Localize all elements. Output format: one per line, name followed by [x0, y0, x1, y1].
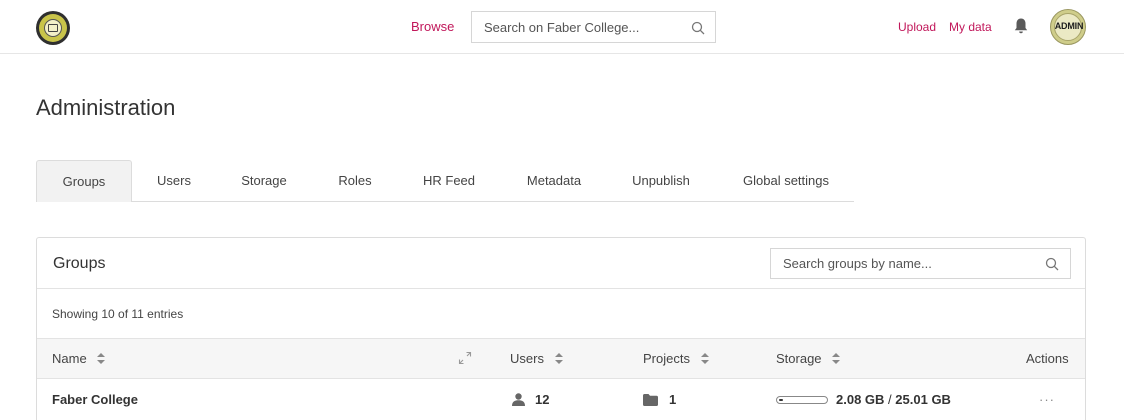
column-header-storage-label: Storage	[776, 351, 822, 366]
table-row[interactable]: Faber College 12 1 2.08 GB / 25.01 GB ··…	[37, 379, 1085, 419]
avatar-text: ADMIN	[1054, 21, 1084, 31]
storage-usage-bar	[776, 396, 828, 404]
table-header-row: Name Users Projects Storage Actions	[37, 338, 1085, 379]
storage-used: 2.08 GB	[836, 392, 885, 407]
global-search	[471, 11, 716, 43]
tab-hr-feed[interactable]: HR Feed	[414, 160, 484, 202]
notification-bell-icon[interactable]	[1013, 17, 1029, 35]
global-search-input[interactable]	[472, 12, 682, 42]
top-navbar: Browse Upload My data ADMIN	[0, 0, 1124, 54]
storage-separator: /	[888, 392, 892, 407]
user-avatar[interactable]: ADMIN	[1050, 9, 1086, 45]
column-header-projects-label: Projects	[643, 351, 690, 366]
search-icon[interactable]	[691, 21, 705, 35]
column-header-actions: Actions	[1026, 351, 1069, 366]
page-title: Administration	[36, 95, 176, 120]
sort-icon	[97, 353, 106, 365]
column-header-name[interactable]: Name	[52, 351, 106, 366]
tab-unpublish[interactable]: Unpublish	[626, 160, 696, 202]
upload-link[interactable]: Upload	[898, 20, 936, 34]
column-header-users[interactable]: Users	[510, 351, 563, 366]
search-icon[interactable]	[1045, 257, 1059, 271]
panel-title: Groups	[53, 255, 106, 272]
group-search	[770, 248, 1071, 279]
column-header-storage[interactable]: Storage	[776, 351, 841, 366]
column-header-users-label: Users	[510, 351, 544, 366]
tab-metadata[interactable]: Metadata	[517, 160, 591, 202]
admin-tabs: Groups Users Storage Roles HR Feed Metad…	[36, 160, 854, 202]
user-icon	[512, 393, 525, 406]
tab-roles[interactable]: Roles	[326, 160, 384, 202]
storage-usage-fill	[779, 399, 783, 401]
browse-link[interactable]: Browse	[411, 19, 454, 34]
my-data-link[interactable]: My data	[949, 20, 992, 34]
storage-value: 2.08 GB / 25.01 GB	[836, 392, 951, 407]
entries-count: Showing 10 of 11 entries	[52, 307, 184, 321]
column-header-projects[interactable]: Projects	[643, 351, 709, 366]
row-actions-menu-button[interactable]: ···	[1039, 392, 1055, 407]
groups-panel: Groups Showing 10 of 11 entries Name Use…	[36, 237, 1086, 420]
expand-column-icon[interactable]	[458, 351, 472, 365]
tab-global-settings[interactable]: Global settings	[736, 160, 836, 202]
users-count: 12	[535, 392, 550, 407]
college-seal-logo[interactable]	[36, 11, 70, 45]
group-name[interactable]: Faber College	[52, 392, 138, 407]
storage-total: 25.01 GB	[895, 392, 951, 407]
projects-count: 1	[669, 392, 677, 407]
divider	[37, 288, 1085, 289]
sort-icon	[832, 353, 841, 365]
group-search-input[interactable]	[771, 249, 1031, 278]
tab-storage[interactable]: Storage	[229, 160, 299, 202]
folder-icon	[643, 394, 658, 406]
sort-icon	[554, 353, 563, 365]
tab-users[interactable]: Users	[143, 160, 205, 202]
sort-icon	[700, 353, 709, 365]
column-header-name-label: Name	[52, 351, 87, 366]
tab-groups[interactable]: Groups	[36, 160, 132, 202]
